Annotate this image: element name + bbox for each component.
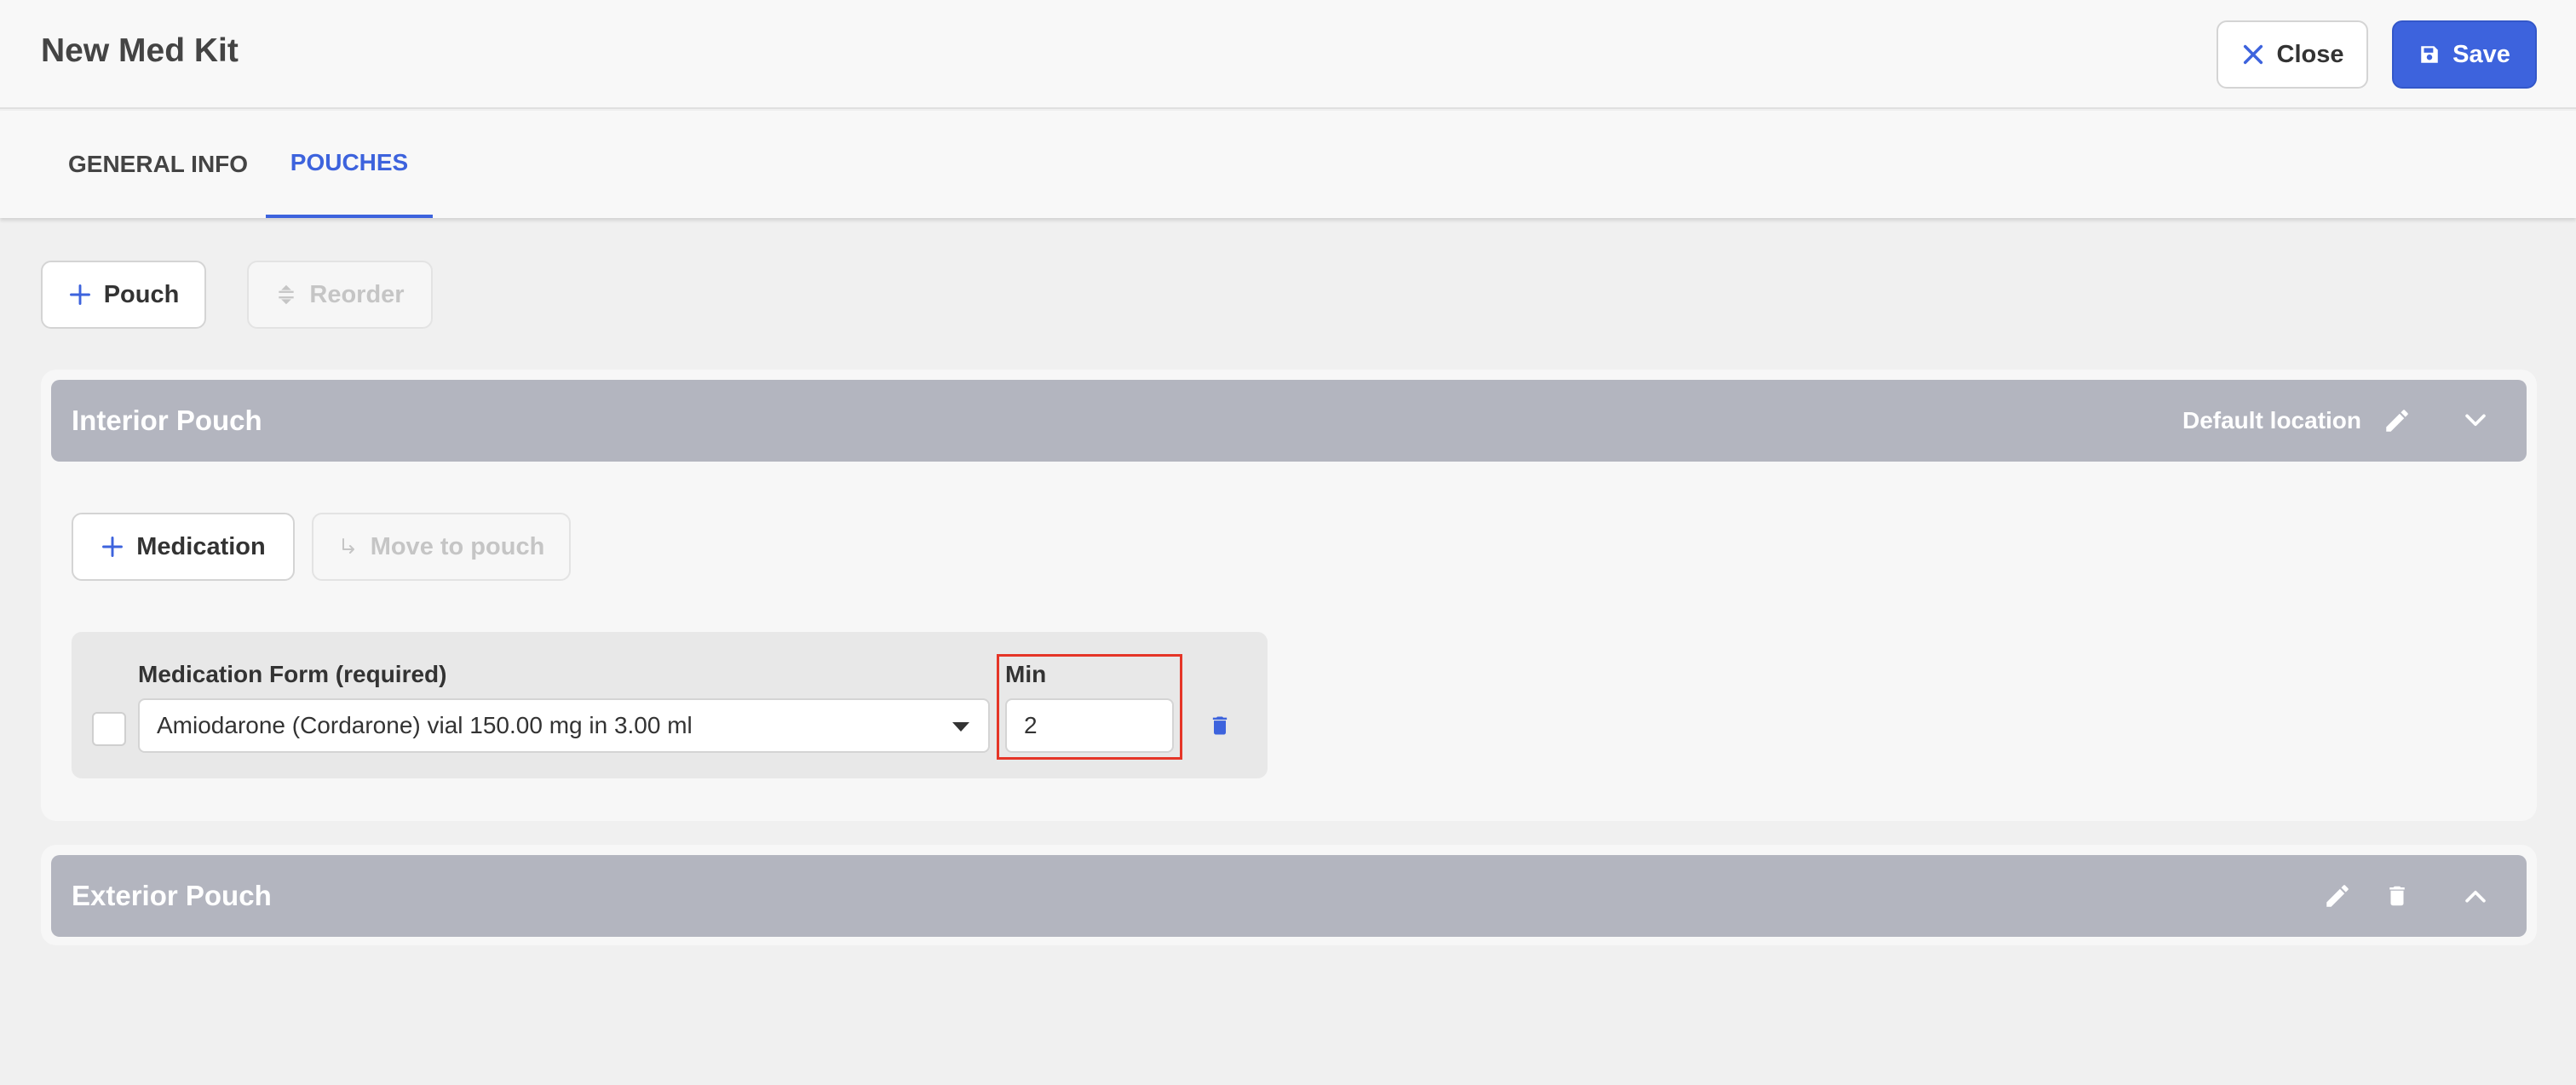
add-medication-label: Medication [136, 532, 266, 560]
pouch-header[interactable]: Exterior Pouch [51, 855, 2527, 937]
edit-pouch-icon[interactable] [2380, 404, 2414, 438]
reorder-label: Reorder [309, 280, 405, 308]
min-input[interactable]: 2 [1005, 698, 1174, 753]
save-button[interactable]: Save [2392, 20, 2537, 89]
edit-pouch-icon[interactable] [2320, 879, 2355, 913]
close-icon [2243, 44, 2263, 65]
add-pouch-label: Pouch [103, 280, 180, 308]
close-button[interactable]: Close [2217, 20, 2368, 89]
add-medication-button[interactable]: Medication [72, 513, 295, 581]
tab-pouches[interactable]: POUCHES [266, 111, 433, 218]
medication-checkbox[interactable] [92, 712, 126, 746]
pouch-header[interactable]: Interior Pouch Default location [51, 380, 2527, 462]
tab-general-info[interactable]: GENERAL INFO [41, 111, 264, 218]
pouch-title: Interior Pouch [72, 405, 262, 436]
reorder-icon [279, 284, 295, 305]
min-label: Min [1005, 661, 1047, 687]
chevron-down-icon[interactable] [2458, 404, 2493, 438]
medication-form-select[interactable]: Amiodarone (Cordarone) vial 150.00 mg in… [138, 698, 990, 753]
tab-bar: GENERAL INFO POUCHES [0, 111, 2576, 218]
chevron-up-icon[interactable] [2458, 879, 2493, 913]
default-location-label: Default location [2182, 407, 2361, 433]
page-title: New Med Kit [41, 32, 239, 69]
pouch-card-exterior: Exterior Pouch [41, 845, 2537, 945]
add-pouch-button[interactable]: Pouch [41, 261, 206, 329]
medication-form-value: Amiodarone (Cordarone) vial 150.00 mg in… [157, 712, 693, 738]
move-to-pouch-label: Move to pouch [370, 532, 545, 560]
move-to-pouch-button[interactable]: Move to pouch [312, 513, 571, 581]
medication-row: Medication Form (required) Amiodarone (C… [72, 632, 1268, 778]
medication-form-label: Medication Form (required) [138, 661, 447, 687]
reorder-button[interactable]: Reorder [247, 261, 433, 329]
delete-medication-icon[interactable] [1203, 705, 1237, 746]
min-input-value: 2 [1024, 712, 1038, 738]
plus-icon [69, 284, 90, 305]
pouch-card-interior: Interior Pouch Default location Medicati… [41, 370, 2537, 821]
plus-icon [102, 537, 124, 557]
save-icon [2421, 46, 2438, 63]
close-button-label: Close [2276, 40, 2344, 68]
dropdown-arrow-icon [952, 722, 969, 732]
page-header: New Med Kit Close Save [0, 0, 2576, 109]
subdirectory-arrow-icon [342, 538, 354, 554]
delete-pouch-icon[interactable] [2380, 879, 2414, 913]
pouch-title: Exterior Pouch [72, 880, 272, 911]
save-button-label: Save [2452, 40, 2510, 68]
